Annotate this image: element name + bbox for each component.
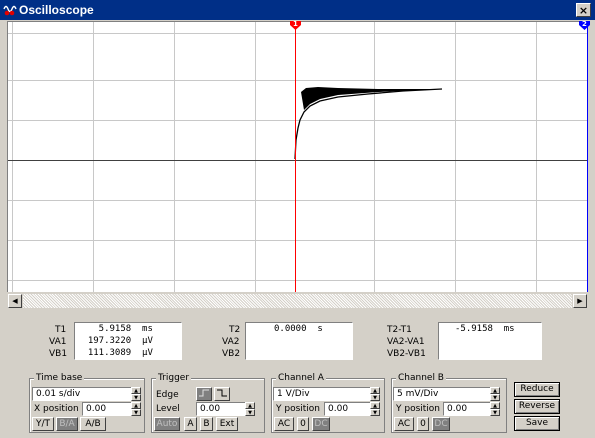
- timebase-xpos-field[interactable]: 0.00: [82, 402, 132, 416]
- vb1-label: VB1: [49, 349, 68, 359]
- t2-value: 0.0000 s: [274, 324, 323, 334]
- t2-t1-value: -5.9158 ms: [455, 324, 515, 334]
- channel-a-title: Channel A: [276, 373, 326, 383]
- mode-ba-button[interactable]: B/A: [56, 417, 78, 431]
- falling-edge-button[interactable]: [214, 387, 230, 401]
- title-bar: Oscilloscope ×: [0, 0, 595, 20]
- trigger-auto-button[interactable]: Auto: [154, 417, 180, 431]
- scroll-right-button[interactable]: ▶: [573, 294, 587, 308]
- timebase-scale-spinner[interactable]: ▲ ▼: [131, 387, 141, 401]
- timebase-title: Time base: [34, 373, 85, 383]
- trigger-edge-label: Edge: [156, 390, 179, 400]
- vb1-value: 111.3089 µV: [77, 348, 153, 358]
- timebase-xpos-label: X position: [34, 404, 79, 414]
- trigger-a-button[interactable]: A: [184, 417, 197, 431]
- scroll-left-button[interactable]: ◀: [8, 294, 22, 308]
- readout-box-3: -5.9158 ms: [438, 322, 542, 360]
- channel-b-title: Channel B: [396, 373, 446, 383]
- oscilloscope-app-icon: [3, 5, 17, 16]
- channel-a-scale-field[interactable]: 1 V/Div: [273, 387, 371, 401]
- channel-a-dc-button[interactable]: DC: [312, 417, 330, 431]
- trigger-level-spinner[interactable]: ▲ ▼: [245, 402, 255, 416]
- channel-b-ypos-spinner[interactable]: ▲ ▼: [490, 402, 500, 416]
- channel-a-ypos-field[interactable]: 0.00: [324, 402, 371, 416]
- cursor-1-label: 1: [293, 20, 298, 28]
- trigger-level-field[interactable]: 0.00: [196, 402, 246, 416]
- window-title: Oscilloscope: [19, 3, 94, 17]
- cursor-2-handle[interactable]: 2: [579, 20, 590, 30]
- t2-label: T2: [229, 325, 241, 335]
- t1-value: 5.9158 ms: [77, 324, 153, 334]
- trace-waveform: [294, 87, 443, 160]
- trigger-level-label: Level: [156, 404, 180, 414]
- va1-label: VA1: [49, 337, 67, 347]
- horizontal-scrollbar[interactable]: ◀ ▶: [7, 293, 588, 309]
- reduce-button[interactable]: Reduce: [514, 382, 560, 397]
- save-button[interactable]: Save: [514, 416, 560, 431]
- readout-panel: T1 VA1 VB1 5.9158 ms 197.3220 µV 111.308…: [29, 316, 567, 368]
- vb2-label: VB2: [222, 349, 241, 359]
- va2-va1-label: VA2-VA1: [387, 337, 425, 347]
- trigger-title: Trigger: [156, 373, 192, 383]
- reverse-button[interactable]: Reverse: [514, 399, 560, 414]
- channel-b-ypos-label: Y position: [396, 404, 441, 414]
- timebase-xpos-spinner[interactable]: ▲ ▼: [131, 402, 141, 416]
- rising-edge-icon: [199, 389, 209, 397]
- channel-b-zero-button[interactable]: 0: [417, 417, 429, 431]
- t1-label: T1: [55, 325, 67, 335]
- scope-display: 1 2: [7, 20, 590, 292]
- va2-label: VA2: [222, 337, 240, 347]
- channel-a-ac-button[interactable]: AC: [274, 417, 294, 431]
- channel-b-ac-button[interactable]: AC: [394, 417, 414, 431]
- rising-edge-button[interactable]: [196, 387, 212, 401]
- trigger-b-button[interactable]: B: [200, 417, 213, 431]
- channel-b-scale-field[interactable]: 5 mV/Div: [393, 387, 491, 401]
- close-button[interactable]: ×: [576, 3, 591, 17]
- falling-edge-icon: [217, 389, 227, 397]
- channel-a-ypos-spinner[interactable]: ▲ ▼: [370, 402, 380, 416]
- vb2-vb1-label: VB2-VB1: [387, 349, 426, 359]
- t2-t1-label: T2-T1: [387, 325, 412, 335]
- cursor-2-label: 2: [582, 20, 587, 28]
- trigger-ext-button[interactable]: Ext: [216, 417, 238, 431]
- scroll-track[interactable]: [23, 294, 572, 308]
- timebase-scale-field[interactable]: 0.01 s/div: [32, 387, 132, 401]
- channel-a-zero-button[interactable]: 0: [297, 417, 309, 431]
- va1-value: 197.3220 µV: [77, 336, 153, 346]
- channel-b-scale-spinner[interactable]: ▲ ▼: [490, 387, 500, 401]
- readout-box-2: 0.0000 s: [245, 322, 353, 360]
- channel-a-scale-spinner[interactable]: ▲ ▼: [370, 387, 380, 401]
- readout-box-1: 5.9158 ms 197.3220 µV 111.3089 µV: [74, 322, 182, 360]
- channel-a-ypos-label: Y position: [276, 404, 321, 414]
- channel-b-dc-button[interactable]: DC: [432, 417, 450, 431]
- scope-grid: [8, 22, 588, 292]
- mode-yt-button[interactable]: Y/T: [32, 417, 54, 431]
- mode-ab-button[interactable]: A/B: [80, 417, 106, 431]
- cursor-1-handle[interactable]: 1: [290, 20, 301, 30]
- channel-b-ypos-field[interactable]: 0.00: [443, 402, 491, 416]
